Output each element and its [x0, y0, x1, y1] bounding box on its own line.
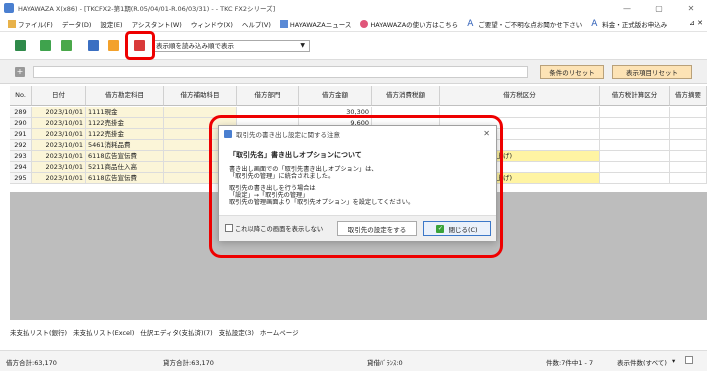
- cell-date[interactable]: 2023/10/01: [32, 173, 86, 184]
- cell-date[interactable]: 2023/10/01: [32, 118, 86, 129]
- cell-no[interactable]: 289: [10, 107, 32, 118]
- col-header-debit-memo[interactable]: 借方摘要: [670, 86, 707, 106]
- reset-conditions-button[interactable]: 条件のリセット: [540, 65, 604, 79]
- display-mode-dropdown-icon[interactable]: ▾: [672, 357, 675, 365]
- cell-no[interactable]: 292: [10, 140, 32, 151]
- cell-tax-calc[interactable]: [600, 129, 670, 140]
- cell-debit-account[interactable]: 1122売掛金: [86, 129, 164, 140]
- mdi-controls[interactable]: ⊿ ✕: [689, 19, 703, 27]
- menu-assistant[interactable]: アシスタント(W): [132, 19, 182, 29]
- filter-bar: + 条件のリセット 表示項目リセット: [0, 60, 707, 84]
- title-bar: HAYAWAZA X(x86) - [TKCFX2-第1期(R.05/04/01…: [0, 0, 707, 16]
- menu-feedback[interactable]: A ご要望・ご不明な点お聞かせ下さい: [467, 19, 582, 29]
- sheet-tabs: 未支払リスト(銀行) 未支払リスト(Excel) 仕訳エディタ(支払済)(7) …: [0, 326, 707, 338]
- cell-no[interactable]: 295: [10, 173, 32, 184]
- display-mode[interactable]: 表示件数(すべて): [617, 357, 667, 367]
- import-icon[interactable]: [40, 40, 51, 51]
- highlight-export-icon: [125, 31, 155, 60]
- file-icon: [8, 19, 16, 28]
- sort-order-select[interactable]: 表示順を読み込み順で表示 ▼: [152, 40, 310, 52]
- cell-debit-memo[interactable]: [670, 151, 707, 162]
- col-header-debit-account[interactable]: 借方勘定科目: [86, 86, 164, 106]
- cell-tax-calc[interactable]: [600, 107, 670, 118]
- tab-journal-editor[interactable]: 仕訳エディタ(支払済)(7): [140, 327, 213, 337]
- cell-no[interactable]: 291: [10, 129, 32, 140]
- debit-total: 借方合計:63,170: [6, 359, 57, 367]
- chevron-down-icon: ▼: [300, 42, 305, 49]
- menu-settings[interactable]: 設定(E): [100, 19, 122, 29]
- col-header-debit-tax-class[interactable]: 借方税区分: [440, 86, 600, 106]
- tab-payment-settings[interactable]: 支払設定(3): [219, 327, 254, 337]
- menu-pricing[interactable]: A 料金・正式版お申込み: [591, 19, 667, 29]
- window-title: HAYAWAZA X(x86) - [TKCFX2-第1期(R.05/04/01…: [18, 5, 276, 13]
- col-header-debit-tax[interactable]: 借方消費税額: [372, 86, 440, 106]
- record-count: 件数:7件中1 - 7: [546, 359, 594, 367]
- howto-icon: [360, 19, 369, 28]
- news-icon: [279, 19, 288, 28]
- maximize-button[interactable]: ▢: [643, 0, 675, 16]
- cell-tax-calc[interactable]: [600, 118, 670, 129]
- cell-date[interactable]: 2023/10/01: [32, 151, 86, 162]
- cell-no[interactable]: 290: [10, 118, 32, 129]
- reset-columns-button[interactable]: 表示項目リセット: [612, 65, 692, 79]
- close-window-button[interactable]: ✕: [675, 0, 707, 16]
- cell-date[interactable]: 2023/10/01: [32, 140, 86, 151]
- add-filter-icon[interactable]: +: [15, 67, 25, 77]
- cell-date[interactable]: 2023/10/01: [32, 162, 86, 173]
- feedback-icon: A: [467, 18, 474, 29]
- cell-debit-account[interactable]: 6118広告宣伝費: [86, 173, 164, 184]
- credit-total: 貸方合計:63,170: [163, 359, 214, 367]
- window-controls: — ▢ ✕: [611, 0, 707, 16]
- cell-date[interactable]: 2023/10/01: [32, 129, 86, 140]
- col-header-tax-calc[interactable]: 借方税計算区分: [600, 86, 670, 106]
- toolbar: 表示順を読み込み順で表示 ▼: [0, 32, 707, 60]
- menu-help[interactable]: ヘルプ(V): [242, 19, 271, 29]
- menu-howto[interactable]: HAYAWAZAの使い方はこちら: [360, 19, 458, 29]
- folder-icon[interactable]: [108, 40, 119, 51]
- cell-tax-calc[interactable]: [600, 162, 670, 173]
- sort-order-value: 表示順を読み込み順で表示: [156, 42, 234, 50]
- tab-unpaid-excel[interactable]: 未支払リスト(Excel): [73, 327, 134, 337]
- status-bar: 借方合計:63,170 貸方合計:63,170 貸借ﾊﾞﾗﾝｽ:0 件数:7件中…: [0, 350, 707, 371]
- cell-debit-memo[interactable]: [670, 118, 707, 129]
- menu-window[interactable]: ウィンドウ(X): [191, 19, 233, 29]
- upload-icon[interactable]: [88, 40, 99, 51]
- cell-debit-account[interactable]: 5211商品仕入高: [86, 162, 164, 173]
- cell-debit-memo[interactable]: [670, 162, 707, 173]
- cell-no[interactable]: 293: [10, 151, 32, 162]
- app-icon: [4, 3, 14, 13]
- cell-debit-memo[interactable]: [670, 173, 707, 184]
- tab-homepage[interactable]: ホームページ: [260, 327, 299, 337]
- col-header-debit-sub[interactable]: 借方補助科目: [164, 86, 237, 106]
- status-checkbox[interactable]: [685, 356, 693, 364]
- col-header-no[interactable]: No.: [10, 86, 32, 106]
- cell-no[interactable]: 294: [10, 162, 32, 173]
- cell-debit-memo[interactable]: [670, 140, 707, 151]
- cell-debit-account[interactable]: 5461消耗品費: [86, 140, 164, 151]
- cell-tax-calc[interactable]: [600, 151, 670, 162]
- cell-debit-account[interactable]: 1122売掛金: [86, 118, 164, 129]
- menu-news[interactable]: HAYAWAZAニュース: [279, 19, 351, 29]
- pricing-icon: A: [591, 18, 598, 29]
- edit-icon[interactable]: [61, 40, 72, 51]
- filter-input[interactable]: [33, 66, 528, 78]
- col-header-debit-dept[interactable]: 借方部門: [237, 86, 299, 106]
- highlight-dialog: [209, 115, 503, 258]
- cell-tax-calc[interactable]: [600, 140, 670, 151]
- menu-bar: ファイル(F) データ(D) 設定(E) アシスタント(W) ウィンドウ(X) …: [0, 16, 707, 32]
- menu-data[interactable]: データ(D): [62, 19, 92, 29]
- cell-debit-memo[interactable]: [670, 129, 707, 140]
- col-header-debit-amount[interactable]: 借方金額: [299, 86, 372, 106]
- col-header-date[interactable]: 日付: [32, 86, 86, 106]
- cell-debit-memo[interactable]: [670, 107, 707, 118]
- cell-date[interactable]: 2023/10/01: [32, 107, 86, 118]
- cell-tax-calc[interactable]: [600, 173, 670, 184]
- new-icon[interactable]: [15, 40, 26, 51]
- cell-debit-account[interactable]: 1111現金: [86, 107, 164, 118]
- balance: 貸借ﾊﾞﾗﾝｽ:0: [367, 359, 403, 367]
- minimize-button[interactable]: —: [611, 0, 643, 16]
- cell-debit-account[interactable]: 6118広告宣伝費: [86, 151, 164, 162]
- tab-unpaid-bank[interactable]: 未支払リスト(銀行): [10, 327, 67, 337]
- menu-file[interactable]: ファイル(F): [8, 19, 53, 29]
